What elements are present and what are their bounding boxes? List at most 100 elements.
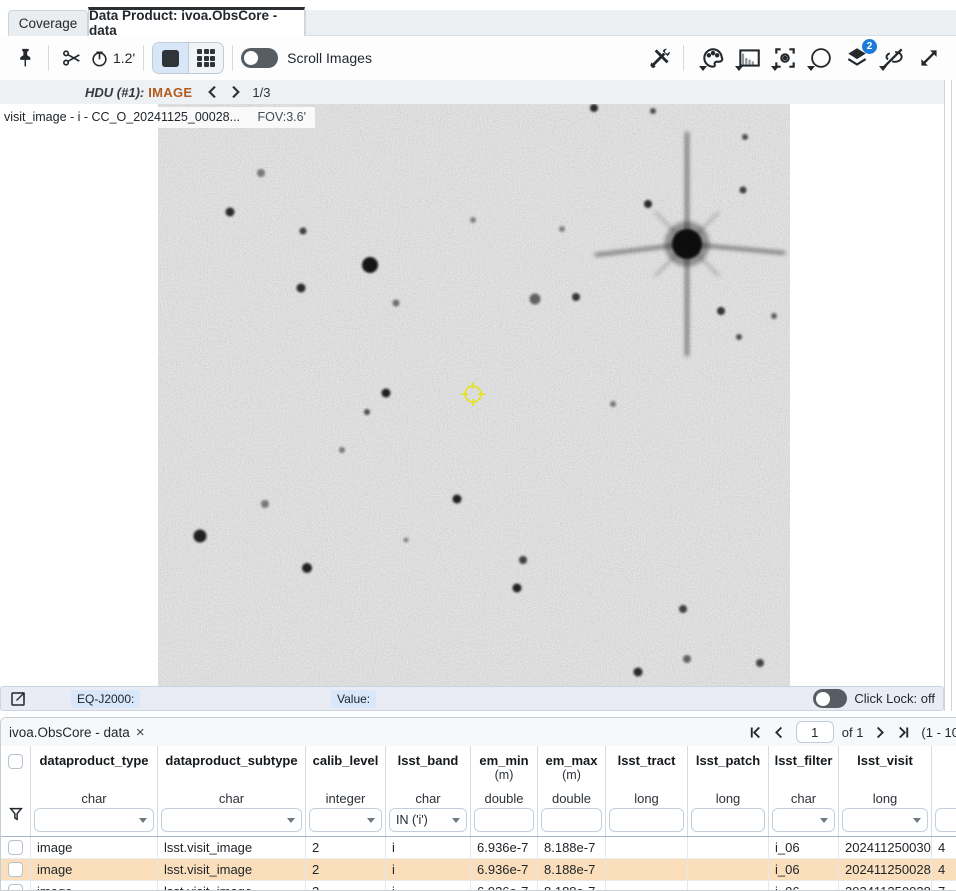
table-cell[interactable] (606, 837, 688, 858)
chevron-down-icon (367, 818, 375, 823)
table-cell[interactable]: 2024112500301 (839, 837, 932, 858)
filter-select-calib_level[interactable] (309, 808, 382, 832)
last-page-button[interactable] (891, 721, 915, 743)
table-cell[interactable]: lsst.visit_image (158, 859, 306, 880)
table-cell[interactable] (688, 859, 769, 880)
toolbar-right-icons: 2 (639, 43, 956, 73)
column-name[interactable]: em_min (479, 753, 528, 768)
table-cell[interactable]: 2 (306, 859, 386, 880)
column-filter (769, 806, 838, 836)
hide-regions-button[interactable] (878, 43, 908, 73)
click-lock-toggle[interactable] (813, 689, 847, 708)
pin-button[interactable] (10, 43, 40, 73)
next-page-button[interactable] (867, 721, 891, 743)
table-cell[interactable]: 8.188e-7 (538, 859, 606, 880)
filter-input-em_min[interactable] (474, 808, 534, 832)
filter-input-lss[interactable] (935, 808, 956, 832)
table-cell[interactable]: 8.188e-7 (538, 881, 606, 891)
table-cell[interactable]: i_06 (769, 881, 839, 891)
single-view-button[interactable] (153, 43, 188, 73)
close-icon[interactable]: × (136, 724, 145, 741)
panel-divider[interactable] (944, 80, 945, 711)
grid-view-button[interactable] (188, 43, 223, 73)
table-cell[interactable] (688, 881, 769, 891)
recenter-button[interactable] (770, 43, 800, 73)
region-circle-button[interactable] (806, 43, 836, 73)
column-name[interactable]: lsst_band (398, 753, 459, 768)
hdu-next-button[interactable] (224, 82, 246, 102)
filter-input-em_max[interactable] (541, 808, 602, 832)
filter-select-lsst_filter[interactable] (772, 808, 835, 832)
table-cell[interactable]: i (386, 837, 471, 858)
table-cell[interactable]: 6.936e-7 (471, 837, 538, 858)
filter-select-lsst_band[interactable]: IN ('i') (389, 808, 467, 832)
table-row[interactable]: imagelsst.visit_image2i6.936e-78.188e-7 i… (1, 881, 956, 891)
table-tab[interactable]: ivoa.ObsCore - data × (9, 724, 145, 741)
table-cell[interactable] (606, 881, 688, 891)
tools-button[interactable] (645, 43, 675, 73)
table-cell[interactable]: 4 (932, 837, 956, 858)
filter-select-dataproduct_subtype[interactable] (161, 808, 302, 832)
page-number-input[interactable] (796, 721, 834, 743)
column-type: char (415, 791, 440, 806)
table-cell[interactable]: i (386, 881, 471, 891)
image-viewer[interactable]: visit_image - i - CC_O_20241125_00028...… (0, 104, 944, 686)
table-cell[interactable]: i (386, 859, 471, 880)
table-cell[interactable]: lsst.visit_image (158, 881, 306, 891)
column-name[interactable]: lsst_visit (857, 753, 913, 768)
row-checkbox[interactable] (8, 884, 23, 891)
layers-button[interactable]: 2 (842, 43, 872, 73)
column-name[interactable]: dataproduct_subtype (165, 753, 297, 768)
tab-data-product[interactable]: Data Product: ivoa.ObsCore - data (88, 7, 305, 36)
filter-input-lsst_tract[interactable] (609, 808, 684, 832)
filter-icon[interactable] (8, 806, 24, 827)
table-cell[interactable]: 2 (306, 837, 386, 858)
tab-coverage[interactable]: Coverage (8, 10, 88, 36)
scroll-images-toggle[interactable] (241, 48, 278, 68)
table-row[interactable]: imagelsst.visit_image2i6.936e-78.188e-7 i… (1, 859, 956, 881)
table-row[interactable]: imagelsst.visit_image2i6.936e-78.188e-7 i… (1, 837, 956, 859)
select-all-checkbox[interactable] (8, 754, 23, 769)
column-unit: (m) (495, 768, 514, 782)
table-cell[interactable]: image (31, 881, 158, 891)
table-cell[interactable] (606, 859, 688, 880)
row-checkbox[interactable] (8, 862, 23, 877)
table-cell[interactable]: image (31, 837, 158, 858)
hdu-label: HDU (#1): (85, 85, 144, 100)
column-name[interactable]: dataproduct_type (39, 753, 148, 768)
table-cell[interactable]: 2024112500284 (839, 859, 932, 880)
filter-select-lsst_visit[interactable] (842, 808, 928, 832)
table-cell[interactable] (688, 837, 769, 858)
table-cell[interactable]: lsst.visit_image (158, 837, 306, 858)
hdu-prev-button[interactable] (202, 82, 224, 102)
table-cell[interactable]: i_06 (769, 837, 839, 858)
prev-page-button[interactable] (768, 721, 792, 743)
color-table-button[interactable] (698, 43, 728, 73)
expand-button[interactable] (914, 43, 944, 73)
fits-image[interactable] (158, 104, 790, 686)
rotate-button[interactable] (87, 43, 111, 73)
table-cell[interactable]: 2 (306, 881, 386, 891)
window-divider[interactable] (951, 80, 952, 711)
table-cell[interactable]: 7 (932, 881, 956, 891)
open-external-button[interactable] (9, 690, 27, 708)
column-name[interactable]: lsst_tract (618, 753, 676, 768)
table-cell[interactable]: 4 (932, 859, 956, 880)
table-cell[interactable]: 8.188e-7 (538, 837, 606, 858)
table-cell[interactable]: image (31, 859, 158, 880)
column-name[interactable]: lsst_filter (775, 753, 833, 768)
crop-button[interactable] (57, 43, 87, 73)
stretch-button[interactable] (734, 43, 764, 73)
column-name[interactable]: em_max (545, 753, 597, 768)
filter-select-dataproduct_type[interactable] (34, 808, 154, 832)
table-cell[interactable]: i_06 (769, 859, 839, 880)
table-cell[interactable]: 2024112500286 (839, 881, 932, 891)
table-cell[interactable]: 6.936e-7 (471, 881, 538, 891)
column-type: char (791, 791, 816, 806)
table-cell[interactable]: 6.936e-7 (471, 859, 538, 880)
column-name[interactable]: lsst_patch (696, 753, 760, 768)
row-checkbox[interactable] (8, 840, 23, 855)
filter-input-lsst_patch[interactable] (691, 808, 765, 832)
first-page-button[interactable] (744, 721, 768, 743)
column-name[interactable]: calib_level (313, 753, 379, 768)
